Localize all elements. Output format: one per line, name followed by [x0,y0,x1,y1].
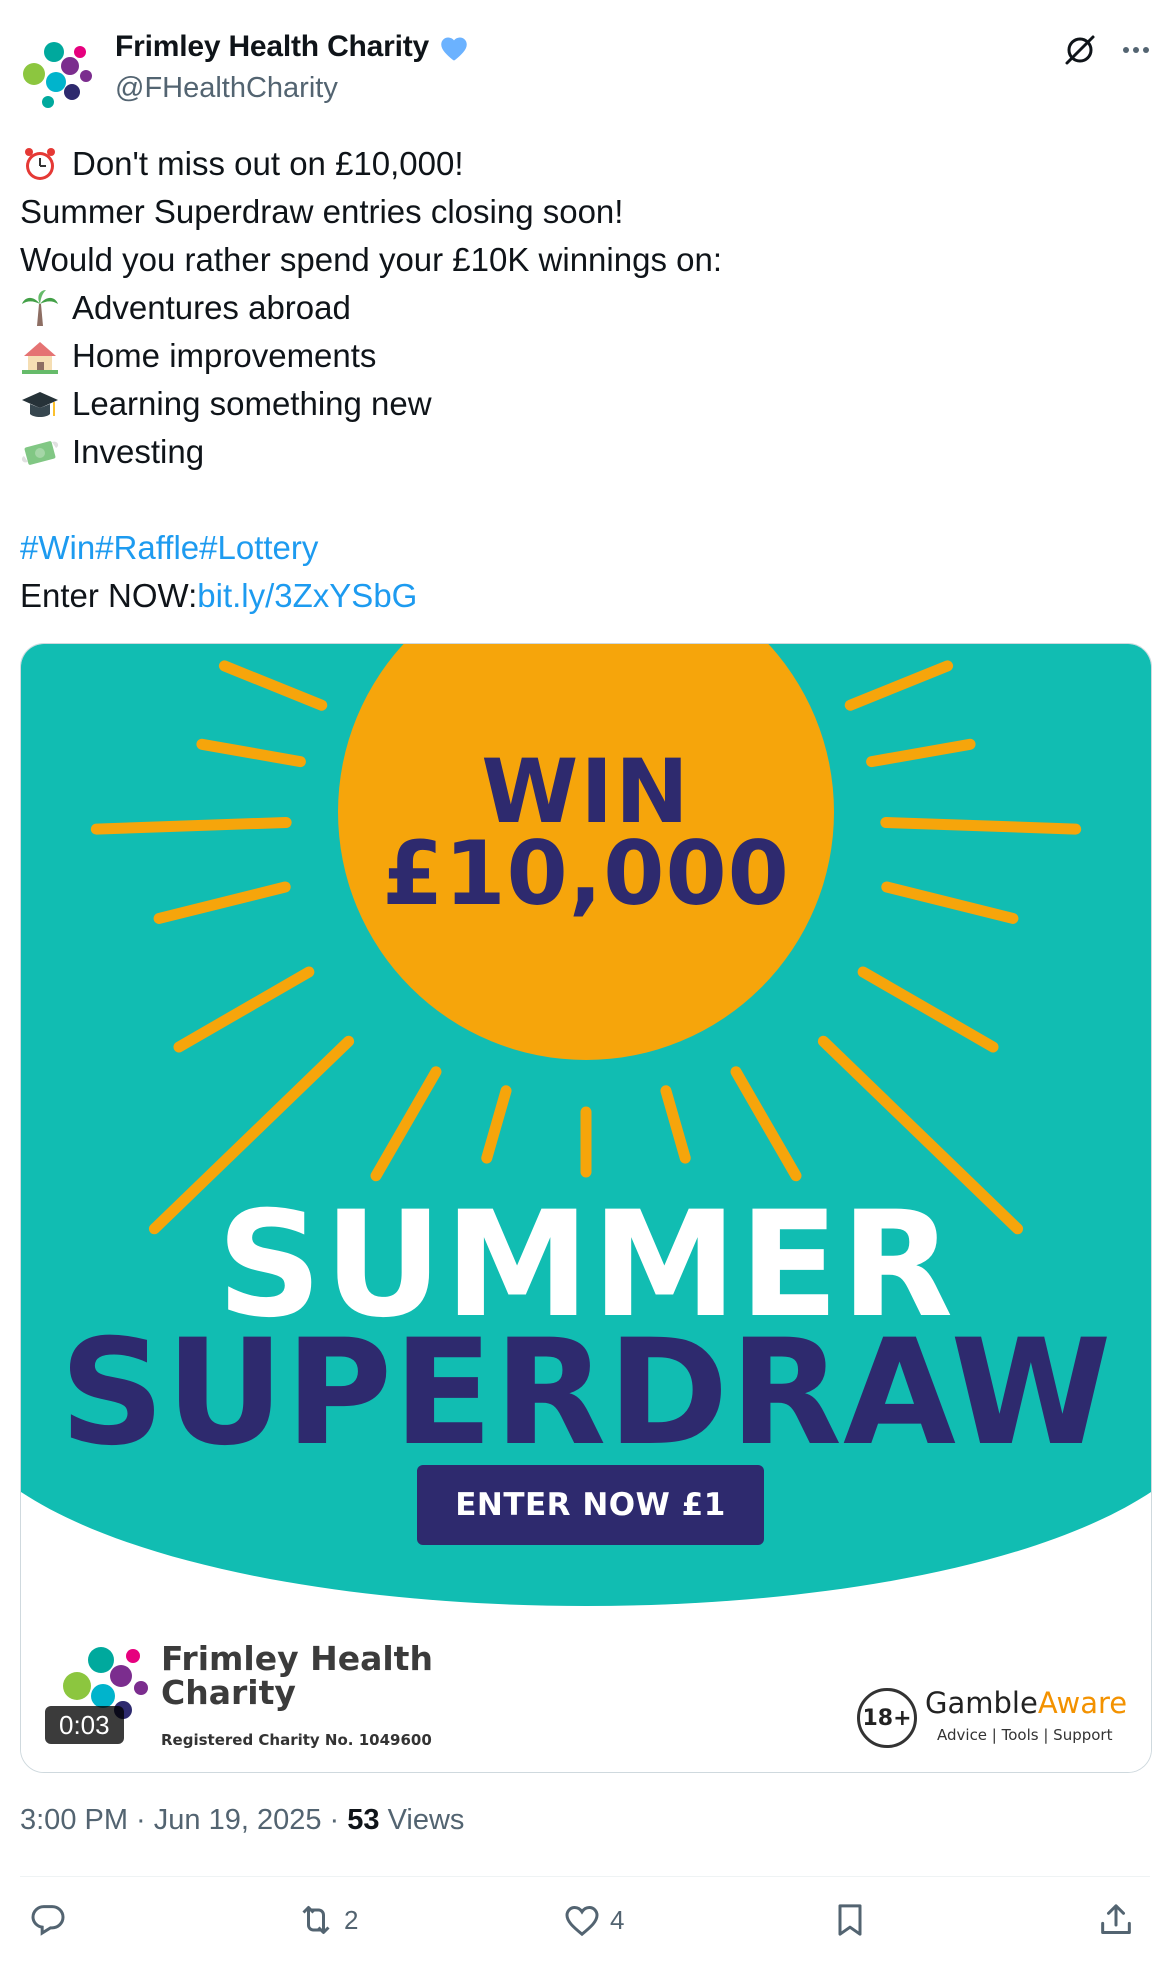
timestamp[interactable]: 3:00 PM · Jun 19, 2025 · [20,1804,347,1836]
more-options-icon[interactable] [1116,30,1156,70]
retweet-count: 2 [344,1904,359,1935]
alarm-clock-emoji-icon [25,148,55,180]
share-icon [1101,1904,1131,1934]
like-count: 4 [610,1904,625,1935]
tweet-line-text: Investing [72,433,205,470]
enter-now-banner: ENTER NOW £1 [417,1465,764,1545]
enter-link[interactable]: bit.ly/3ZxYSbG [197,572,417,620]
ga-aware: Aware [1037,1686,1128,1720]
like-button[interactable]: 4 [562,1900,624,1940]
gambleaware-tagline: Advice | Tools | Support [937,1726,1113,1744]
retweet-icon [302,1906,330,1934]
views-label: Views [379,1804,465,1836]
money-wings-emoji-icon [21,441,59,465]
tweet-line-text: Don't miss out on £10,000! [72,145,464,182]
enter-label: Enter NOW: [20,577,198,614]
action-bar: 2 4 [20,1900,1152,1950]
tweet-header: Frimley Health Charity @FHealthCharity [20,24,1152,114]
superdraw-text: SUPERDRAW [59,1308,1113,1478]
age-badge: 18+ [857,1688,917,1748]
tweet-text: Don't miss out on £10,000! Summer Superd… [20,140,1150,620]
verified-badge-icon [441,37,467,61]
hashtag-raffle[interactable]: #Raffle [95,524,199,572]
brand-name: Frimley Health Charity [161,1642,433,1710]
hashtag-line: #Win #Raffle #Lottery [20,524,1150,572]
video-duration: 0:03 [45,1706,124,1744]
grok-icon[interactable] [1060,30,1100,70]
tweet-line: Would you rather spend your £10K winning… [20,236,1150,284]
ga-gamble: Gamble [925,1686,1038,1720]
tweet-meta: 3:00 PM · Jun 19, 2025 · 53 Views [20,1804,464,1837]
tweet-line-text: Summer Superdraw entries closing soon! [20,193,624,230]
tweet-line-text: Would you rather spend your £10K winning… [20,241,722,278]
brand-name-line1: Frimley Health [161,1639,433,1678]
views-count: 53 [347,1804,380,1836]
retweet-button[interactable]: 2 [296,1900,358,1940]
video-media[interactable]: WIN £10,000 SUMMER SUPERDRAW ENTER NOW £… [20,643,1152,1773]
tweet-line-text: Home improvements [72,337,377,374]
reply-button[interactable] [28,1900,76,1940]
share-button[interactable] [1096,1900,1136,1940]
display-name[interactable]: Frimley Health Charity [115,30,429,64]
user-handle[interactable]: @FHealthCharity [115,72,338,105]
brand-name-line2: Charity [161,1673,296,1712]
bookmark-button[interactable] [830,1900,870,1940]
graduation-cap-emoji-icon [22,392,58,417]
divider [20,1876,1150,1877]
enter-line: Enter NOW: bit.ly/3ZxYSbG [20,572,1150,620]
tweet-line-text: Adventures abroad [72,289,351,326]
tweet-line: Don't miss out on £10,000! [20,140,1150,188]
house-emoji-icon [22,342,58,374]
tweet-line: Summer Superdraw entries closing soon! [20,188,1150,236]
tweet-line: Learning something new [20,380,1150,428]
palm-tree-emoji-icon [22,290,58,326]
hashtag-win[interactable]: #Win [20,524,95,572]
amount-text: £10,000 [382,822,790,925]
reply-icon [31,1905,65,1936]
registered-charity-number: Registered Charity No. 1049600 [161,1731,432,1749]
charity-avatar[interactable] [20,32,100,112]
gambleaware-logo: GambleAware [925,1686,1127,1720]
tweet-line: Home improvements [20,332,1150,380]
tweet-line: Adventures abroad [20,284,1150,332]
tweet-line-text: Learning something new [72,385,432,422]
hashtag-lottery[interactable]: #Lottery [199,524,318,572]
tweet-line: Investing [20,428,1150,476]
bookmark-icon [838,1904,862,1936]
heart-icon [565,1905,599,1937]
